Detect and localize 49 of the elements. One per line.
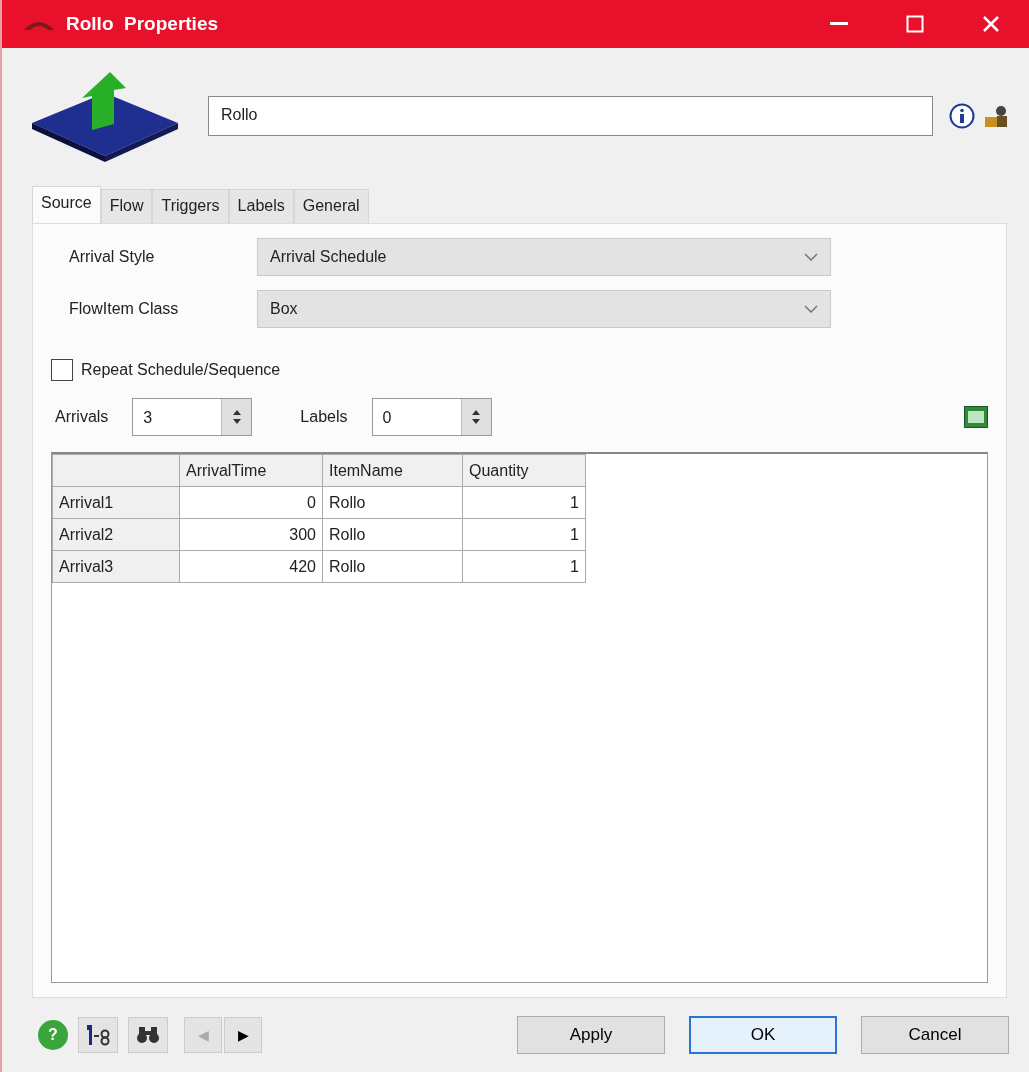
table-cell: 1	[462, 518, 586, 551]
table-cell: 420	[179, 550, 323, 583]
minimize-icon	[830, 22, 848, 26]
spin-arrows-icon[interactable]	[231, 409, 242, 425]
maximize-icon	[906, 15, 924, 33]
close-icon	[982, 15, 1000, 33]
spreadsheet-icon[interactable]	[964, 406, 988, 428]
table-cell: 1	[462, 550, 586, 583]
row-header: Arrival2	[52, 518, 180, 551]
chevron-down-icon	[804, 305, 818, 313]
numbered-list-icon	[85, 1023, 111, 1047]
window-title: Rollo Properties	[66, 11, 219, 36]
binoculars-icon	[135, 1025, 161, 1045]
numbering-button[interactable]	[78, 1017, 118, 1053]
dropdown[interactable]: Arrival Schedule	[257, 238, 831, 276]
table-cell: 1	[462, 486, 586, 519]
next-button[interactable]: ▶	[224, 1017, 262, 1053]
row-header: Arrival3	[52, 550, 180, 583]
column-header: ItemName	[322, 454, 463, 487]
table-cell: Rollo	[322, 550, 463, 583]
field-label: FlowItem Class	[69, 299, 180, 319]
table-cell: 300	[179, 518, 323, 551]
spinner-label: Labels	[300, 407, 348, 427]
spin-arrows-icon[interactable]	[471, 409, 481, 425]
row-header: Arrival1	[52, 486, 180, 519]
name-field[interactable]: Rollo	[208, 95, 933, 136]
dialog-button[interactable]: OK	[689, 1016, 837, 1054]
dialog-button[interactable]: Cancel	[861, 1016, 1009, 1054]
number-spinner[interactable]: 3	[132, 398, 253, 436]
spinner-label: Arrivals	[54, 407, 109, 427]
tab[interactable]: General	[293, 189, 369, 223]
tab[interactable]: Triggers	[152, 189, 229, 223]
table-cell: Rollo	[322, 486, 463, 519]
dropdown[interactable]: Box	[257, 290, 831, 328]
checkbox-label: Repeat Schedule/Sequence	[81, 360, 281, 380]
column-header: ArrivalTime	[179, 454, 323, 487]
field-label: Arrival Style	[69, 247, 156, 267]
table-cell: 0	[179, 486, 323, 519]
checkbox[interactable]	[51, 359, 73, 381]
tab[interactable]: Labels	[228, 189, 294, 223]
tab[interactable]: Flow	[100, 189, 153, 223]
number-spinner[interactable]: 0	[371, 398, 492, 436]
table-cell: Rollo	[322, 518, 463, 551]
chevron-down-icon	[804, 253, 818, 261]
column-header: Quantity	[462, 454, 586, 487]
tab[interactable]: Source	[32, 186, 101, 223]
find-button[interactable]	[128, 1017, 168, 1053]
info-icon[interactable]	[949, 102, 975, 129]
dialog-button[interactable]: Apply	[517, 1016, 665, 1054]
